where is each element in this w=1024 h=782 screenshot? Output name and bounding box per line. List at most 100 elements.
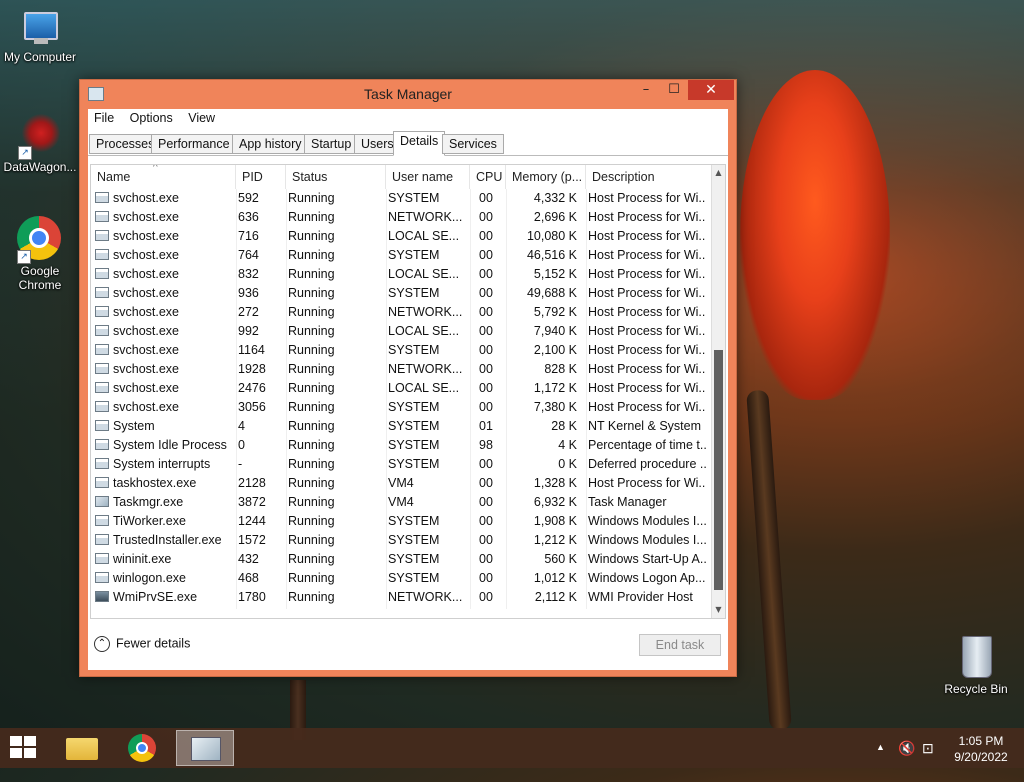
table-row[interactable]: svchost.exe 832 Running LOCAL SE... 00 5,152 … xyxy=(91,265,715,284)
table-row[interactable]: svchost.exe 716 Running LOCAL SE... 00 10,080… xyxy=(91,227,715,246)
table-row[interactable]: System Idle Process 0 Running SYSTEM 98 4 K Pe… xyxy=(91,436,715,455)
tab-startup[interactable]: Startup xyxy=(304,134,359,154)
scroll-thumb[interactable] xyxy=(714,350,723,590)
cell-memory: 2,112 K xyxy=(534,590,577,604)
cell-pid: 1928 xyxy=(238,362,266,376)
cell-pid: 992 xyxy=(238,324,259,338)
cell-status: Running xyxy=(288,419,335,433)
table-row[interactable]: svchost.exe 3056 Running SYSTEM 00 7,380 K Hos… xyxy=(91,398,715,417)
task-manager-window: Task Manager – ☐ ✕ File Options View Pro… xyxy=(79,79,737,677)
cell-cpu: 00 xyxy=(479,400,493,414)
cell-user-name: VM4 xyxy=(388,476,414,490)
menu-file[interactable]: File xyxy=(88,109,120,127)
cell-cpu: 00 xyxy=(479,590,493,604)
cell-pid: 1572 xyxy=(238,533,266,547)
cell-cpu: 00 xyxy=(479,286,493,300)
desktop-icon-google-chrome[interactable]: ↗ Google Chrome xyxy=(0,216,80,292)
table-row[interactable]: TrustedInstaller.exe 1572 Running SYSTEM 00 1… xyxy=(91,531,715,550)
show-hidden-icons[interactable]: ▲ xyxy=(876,742,885,782)
table-row[interactable]: svchost.exe 2476 Running LOCAL SE... 00 1,172… xyxy=(91,379,715,398)
cell-memory: 10,080 K xyxy=(526,229,577,243)
network-icon[interactable]: ⊡ xyxy=(922,740,934,780)
column-header-user-name[interactable]: User name xyxy=(386,165,470,189)
start-button[interactable] xyxy=(10,736,38,760)
table-row[interactable]: winlogon.exe 468 Running SYSTEM 00 1,012 K Win… xyxy=(91,569,715,588)
minimize-button[interactable]: – xyxy=(632,80,660,100)
cell-status: Running xyxy=(288,210,335,224)
process-table: ^ Name PID Status User name CPU Memory (… xyxy=(90,164,726,619)
tab-performance[interactable]: Performance xyxy=(151,134,237,154)
cell-description: Windows Logon Ap... xyxy=(588,571,706,585)
cell-description: Host Process for Wi... xyxy=(588,305,706,319)
cell-cpu: 01 xyxy=(479,419,493,433)
cell-status: Running xyxy=(288,191,335,205)
tab-services[interactable]: Services xyxy=(442,134,504,154)
column-header-pid[interactable]: PID xyxy=(236,165,286,189)
table-row[interactable]: Taskmgr.exe 3872 Running VM4 00 6,932 K Task M… xyxy=(91,493,715,512)
scroll-down-icon[interactable]: ▼ xyxy=(712,602,725,618)
chrome-icon xyxy=(128,734,156,762)
table-row[interactable]: svchost.exe 764 Running SYSTEM 00 46,516 K Hos… xyxy=(91,246,715,265)
svchost-icon xyxy=(95,306,109,317)
svchost-icon xyxy=(95,287,109,298)
cell-name: svchost.exe xyxy=(91,265,235,284)
table-row[interactable]: svchost.exe 592 Running SYSTEM 00 4,332 K Host… xyxy=(91,189,715,208)
column-header-memory[interactable]: Memory (p... xyxy=(506,165,586,189)
scroll-up-icon[interactable]: ▲ xyxy=(712,165,725,181)
cell-user-name: SYSTEM xyxy=(388,533,440,547)
cell-memory: 4 K xyxy=(558,438,577,452)
cell-cpu: 00 xyxy=(479,210,493,224)
taskbar-clock[interactable]: 1:05 PM 9/20/2022 xyxy=(948,733,1014,773)
maximize-button[interactable]: ☐ xyxy=(660,80,688,100)
table-row[interactable]: System interrupts - Running SYSTEM 00 0 K Defe… xyxy=(91,455,715,474)
cell-user-name: LOCAL SE... xyxy=(388,229,460,243)
taskbar-file-explorer[interactable] xyxy=(52,730,110,766)
cell-status: Running xyxy=(288,552,335,566)
cell-name: WmiPrvSE.exe xyxy=(91,588,235,607)
cell-memory: 2,696 K xyxy=(533,210,577,224)
table-row[interactable]: WmiPrvSE.exe 1780 Running NETWORK... 00 2,112… xyxy=(91,588,715,607)
vertical-scrollbar[interactable]: ▲ ▼ xyxy=(711,165,725,618)
table-row[interactable]: svchost.exe 1164 Running SYSTEM 00 2,100 K Hos… xyxy=(91,341,715,360)
cell-pid: 716 xyxy=(238,229,259,243)
table-row[interactable]: wininit.exe 432 Running SYSTEM 00 560 K Window… xyxy=(91,550,715,569)
desktop-icon-datawagon[interactable]: ↗ DataWagon... xyxy=(0,112,80,174)
table-row[interactable]: svchost.exe 936 Running SYSTEM 00 49,688 K Hos… xyxy=(91,284,715,303)
cell-pid: 3056 xyxy=(238,400,266,414)
cell-status: Running xyxy=(288,286,335,300)
column-header-cpu[interactable]: CPU xyxy=(470,165,506,189)
taskbar-google-chrome[interactable] xyxy=(114,730,172,766)
menu-options[interactable]: Options xyxy=(124,109,179,127)
table-row[interactable]: svchost.exe 636 Running NETWORK... 00 2,696 K… xyxy=(91,208,715,227)
desktop-icon-recycle-bin[interactable]: Recycle Bin xyxy=(936,632,1016,696)
tab-details[interactable]: Details xyxy=(393,131,446,156)
taskbar-task-manager[interactable] xyxy=(176,730,234,766)
fewer-details-button[interactable]: ⌃ Fewer details xyxy=(94,636,190,652)
cell-status: Running xyxy=(288,305,335,319)
title-bar[interactable]: Task Manager – ☐ ✕ xyxy=(80,80,736,108)
cell-user-name: SYSTEM xyxy=(388,343,440,357)
column-header-status[interactable]: Status xyxy=(286,165,386,189)
volume-muted-icon[interactable]: 🔇 xyxy=(898,740,915,780)
end-task-button[interactable]: End task xyxy=(639,634,721,656)
desktop-icon-my-computer[interactable]: My Computer xyxy=(0,8,80,64)
menu-view[interactable]: View xyxy=(182,109,221,127)
cell-cpu: 00 xyxy=(479,324,493,338)
close-button[interactable]: ✕ xyxy=(688,80,734,100)
table-row[interactable]: svchost.exe 992 Running LOCAL SE... 00 7,940 … xyxy=(91,322,715,341)
cell-memory: 46,516 K xyxy=(526,248,577,262)
svchost-icon xyxy=(95,382,109,393)
cell-pid: 272 xyxy=(238,305,259,319)
table-row[interactable]: svchost.exe 1928 Running NETWORK... 00 828 K H… xyxy=(91,360,715,379)
table-row[interactable]: System 4 Running SYSTEM 01 28 K NT Kernel & Sy… xyxy=(91,417,715,436)
column-header-description[interactable]: Description xyxy=(586,165,715,189)
column-header-name[interactable]: ^ Name xyxy=(91,165,236,189)
cell-status: Running xyxy=(288,343,335,357)
cell-name: svchost.exe xyxy=(91,379,235,398)
table-row[interactable]: svchost.exe 272 Running NETWORK... 00 5,792 K… xyxy=(91,303,715,322)
table-row[interactable]: taskhostex.exe 2128 Running VM4 00 1,328 K Hos… xyxy=(91,474,715,493)
cell-memory: 2,100 K xyxy=(533,343,577,357)
table-row[interactable]: TiWorker.exe 1244 Running SYSTEM 00 1,908 K Wi… xyxy=(91,512,715,531)
tab-app-history[interactable]: App history xyxy=(232,134,309,154)
cell-description: Windows Modules I... xyxy=(588,533,706,547)
